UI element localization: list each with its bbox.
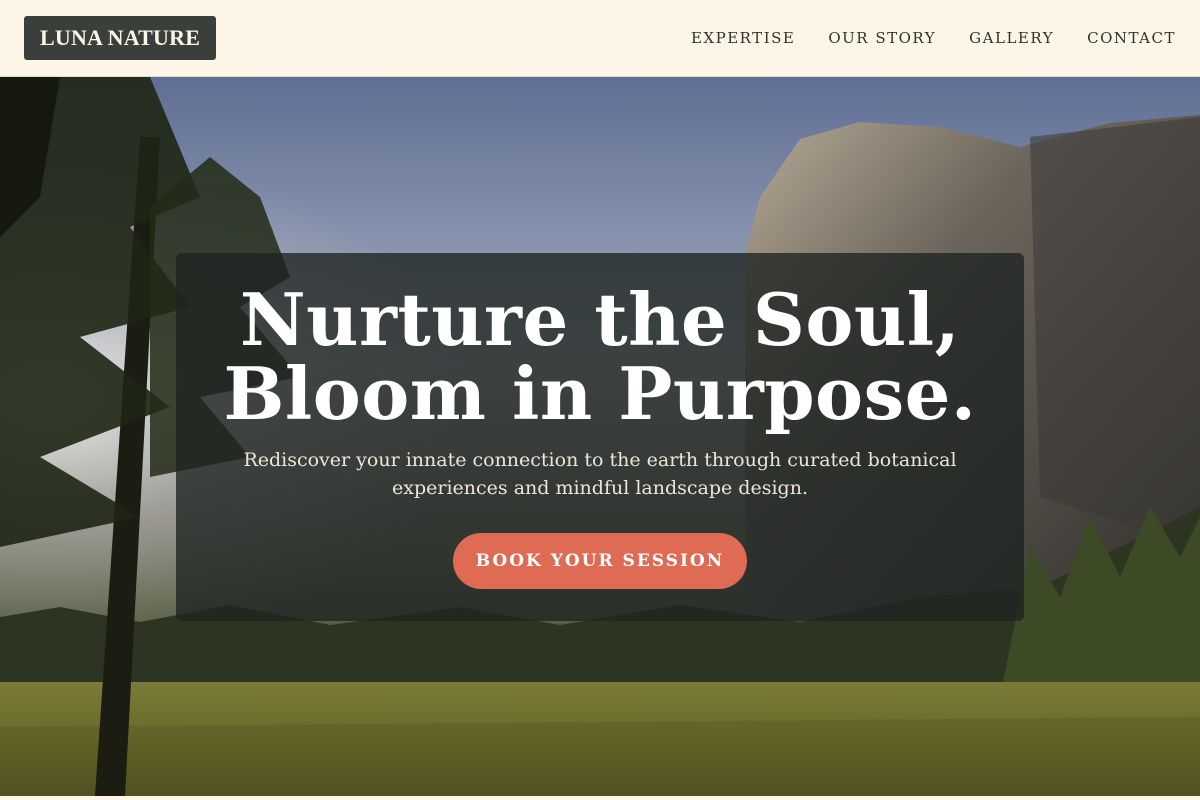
nav-link-contact[interactable]: CONTACT xyxy=(1087,29,1176,47)
nav-link-our-story[interactable]: OUR STORY xyxy=(828,29,936,47)
nav-link-gallery[interactable]: GALLERY xyxy=(969,29,1054,47)
headline-line-2: Bloom in Purpose. xyxy=(223,351,977,436)
main-nav: EXPERTISE OUR STORY GALLERY CONTACT xyxy=(691,29,1176,47)
page-bottom-edge xyxy=(0,796,1200,800)
book-session-button[interactable]: BOOK YOUR SESSION xyxy=(453,533,747,589)
hero-section: Nurture the Soul, Bloom in Purpose. Redi… xyxy=(0,77,1200,796)
hero-overlay-panel: Nurture the Soul, Bloom in Purpose. Redi… xyxy=(176,253,1024,621)
site-header: LUNA NATURE EXPERTISE OUR STORY GALLERY … xyxy=(0,0,1200,77)
hero-headline: Nurture the Soul, Bloom in Purpose. xyxy=(176,283,1024,431)
headline-line-1: Nurture the Soul, xyxy=(239,277,961,362)
logo[interactable]: LUNA NATURE xyxy=(24,16,217,60)
hero-subtext: Rediscover your innate connection to the… xyxy=(243,449,957,499)
nav-link-expertise[interactable]: EXPERTISE xyxy=(691,29,795,47)
